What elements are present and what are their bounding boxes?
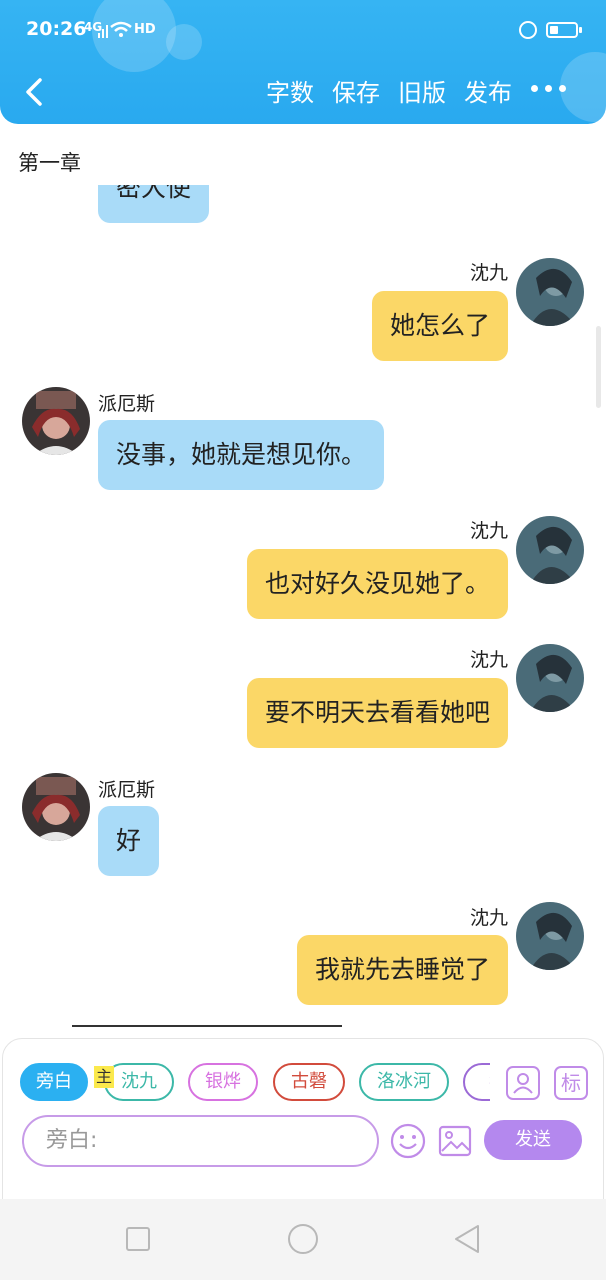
recent-apps-icon[interactable]: [126, 1227, 150, 1251]
character-chip-narrator[interactable]: 旁白: [20, 1063, 88, 1101]
system-nav-bar: [0, 1199, 606, 1280]
avatar[interactable]: [516, 258, 584, 326]
back-button[interactable]: [20, 74, 50, 110]
emoji-icon[interactable]: [390, 1123, 426, 1159]
character-chip-shenjiu[interactable]: 沈九: [104, 1063, 174, 1101]
message-bubble[interactable]: 好: [98, 806, 160, 876]
message-bubble[interactable]: 她怎么了: [371, 291, 508, 361]
speaker-name: 派厄斯: [98, 779, 156, 801]
save-button[interactable]: 保存: [332, 76, 380, 110]
status-time: 20:26: [26, 18, 87, 40]
app-header: 20:26 4G HD 字数 保存 旧版 发布: [0, 0, 606, 124]
message-bubble[interactable]: 没事，她就是想见你。: [98, 420, 385, 490]
chat-scrollbar[interactable]: [596, 326, 601, 408]
avatar[interactable]: [22, 773, 90, 841]
speaker-name: 派厄斯: [98, 393, 156, 415]
character-chip-more[interactable]: 狐: [463, 1063, 490, 1101]
avatar[interactable]: [516, 516, 584, 584]
hd-icon: HD: [134, 22, 156, 37]
tag-button[interactable]: 标: [554, 1066, 588, 1100]
speaker-name: 沈九: [469, 262, 508, 284]
message-input[interactable]: 旁白:: [22, 1115, 379, 1167]
speaker-name: 沈九: [469, 907, 508, 929]
avatar[interactable]: [516, 644, 584, 712]
signal-bars-icon: [98, 25, 108, 38]
person-card-icon: [513, 1073, 533, 1094]
send-button[interactable]: 发送: [484, 1120, 582, 1160]
message-bubble[interactable]: 我就先去睡觉了: [296, 935, 508, 1005]
wifi-icon: [110, 21, 132, 37]
avatar[interactable]: [22, 387, 90, 455]
battery-icon: [546, 22, 582, 38]
more-button[interactable]: [531, 85, 571, 99]
image-icon[interactable]: [438, 1124, 472, 1158]
character-selector: 旁白 沈九 银烨 古磬 洛冰河 狐: [20, 1063, 490, 1103]
character-chip-guqing[interactable]: 古磬: [273, 1063, 345, 1101]
chat-area[interactable]: 密大使 沈九 她怎么了 派厄斯 没事，她就是想见你。 沈九 也对好久没见她了。 …: [0, 185, 606, 1030]
status-bar: 20:26 4G HD: [0, 0, 606, 62]
speaker-name: 沈九: [469, 520, 508, 542]
word-count-button[interactable]: 字数: [266, 76, 314, 110]
character-chip-yinye[interactable]: 银烨: [188, 1063, 258, 1101]
chapter-title: 第一章: [18, 151, 81, 175]
contacts-button[interactable]: [506, 1066, 540, 1100]
main-character-tag: 主: [94, 1066, 114, 1088]
home-icon[interactable]: [288, 1224, 318, 1254]
divider: [72, 1025, 342, 1027]
avatar[interactable]: [516, 902, 584, 970]
header-actions: 字数 保存 旧版 发布: [266, 76, 512, 110]
old-version-button[interactable]: 旧版: [398, 76, 446, 110]
message-bubble[interactable]: 密大使: [98, 185, 210, 223]
rotation-lock-icon: [519, 21, 537, 39]
message-bubble[interactable]: 也对好久没见她了。: [246, 549, 508, 619]
message-bubble[interactable]: 要不明天去看看她吧: [246, 678, 508, 748]
publish-button[interactable]: 发布: [464, 76, 512, 110]
more-dots-icon: [531, 85, 538, 92]
character-chip-luobinghe[interactable]: 洛冰河: [359, 1063, 449, 1101]
speaker-name: 沈九: [469, 649, 508, 671]
back-icon[interactable]: [452, 1223, 482, 1255]
